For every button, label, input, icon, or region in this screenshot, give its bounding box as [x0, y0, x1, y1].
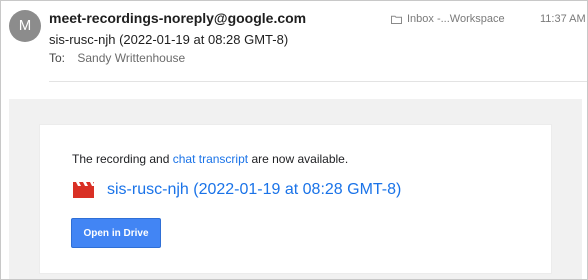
sender-address[interactable]: meet-recordings-noreply@google.com — [49, 10, 306, 26]
header-divider — [49, 81, 587, 82]
folder-name: Inbox -...Workspace — [407, 13, 505, 25]
mailbox-folder[interactable]: Inbox -...Workspace — [391, 13, 505, 25]
email-window: M meet-recordings-noreply@google.com sis… — [0, 0, 588, 280]
notice-prefix: The recording and — [72, 152, 173, 166]
to-label: To: — [49, 51, 66, 65]
video-clapper-icon — [73, 182, 94, 198]
open-in-drive-button[interactable]: Open in Drive — [71, 218, 161, 248]
recording-title-link[interactable]: sis-rusc-njh (2022-01-19 at 08:28 GMT-8) — [107, 181, 401, 199]
folder-icon — [391, 15, 402, 24]
availability-notice: The recording and chat transcript are no… — [72, 152, 348, 166]
email-header: M meet-recordings-noreply@google.com sis… — [1, 1, 587, 81]
recipient-name[interactable]: Sandy Writtenhouse — [77, 51, 185, 65]
avatar: M — [9, 10, 41, 42]
timestamp: 11:37 AM — [540, 13, 586, 25]
email-subject: sis-rusc-njh (2022-01-19 at 08:28 GMT-8) — [49, 32, 289, 47]
notice-suffix: are now available. — [248, 152, 349, 166]
recipient-line: To: Sandy Writtenhouse — [49, 51, 185, 65]
chat-transcript-link[interactable]: chat transcript — [173, 152, 248, 166]
recording-card — [40, 125, 551, 273]
